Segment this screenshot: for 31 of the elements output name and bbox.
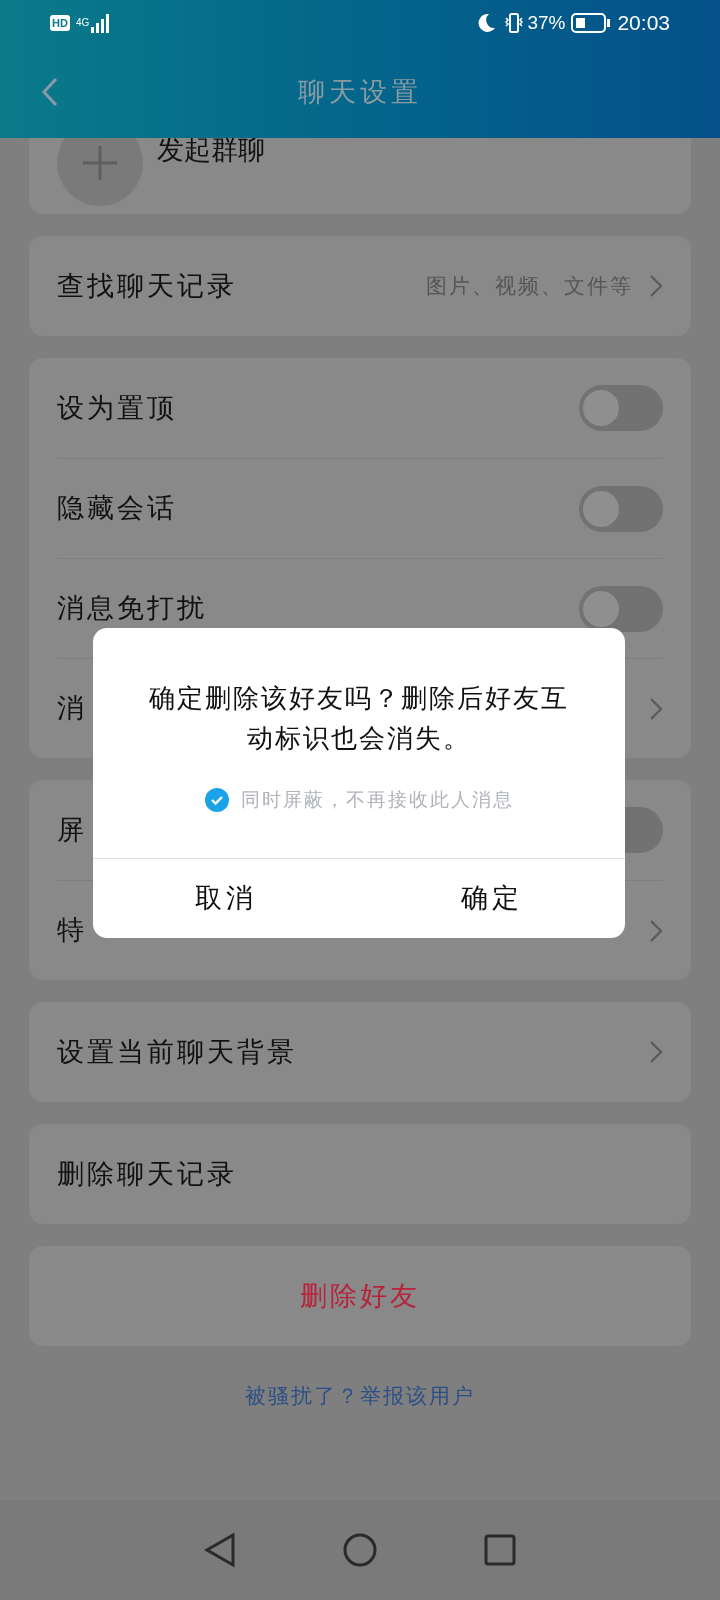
setting-label[interactable]: 查找聊天记录 xyxy=(57,265,426,307)
toggle-switch[interactable] xyxy=(579,485,663,532)
page-title: 聊天设置 xyxy=(298,75,422,109)
clock: 20:03 xyxy=(617,10,670,37)
back-nav-icon[interactable] xyxy=(203,1532,236,1568)
toggle-switch[interactable] xyxy=(579,385,663,431)
vibrate-icon xyxy=(503,12,526,34)
home-nav-icon[interactable] xyxy=(343,1533,377,1567)
add-member-icon[interactable] xyxy=(57,138,143,206)
dialog-message: 确定删除该好友吗？删除后好友互动标识也会消失。 xyxy=(149,682,569,755)
chevron-icon xyxy=(649,918,663,943)
setting-label: 设为置顶 xyxy=(57,391,178,425)
chevron-icon xyxy=(649,274,663,298)
toggle-switch[interactable] xyxy=(579,585,663,632)
dialog-button[interactable]: 取消 xyxy=(93,859,359,938)
setting-label[interactable]: 删除聊天记录 xyxy=(57,1153,663,1195)
setting-label[interactable]: 设置当前聊天背景 xyxy=(57,1031,649,1073)
setting-label: 隐藏会话 xyxy=(57,492,178,526)
chevron-icon xyxy=(649,696,663,721)
block-option-label: 同时屏蔽，不再接收此人消息 xyxy=(240,788,514,812)
dialog-button[interactable]: 确定 xyxy=(359,859,625,938)
chevron-icon xyxy=(649,1040,663,1064)
back-icon[interactable] xyxy=(40,76,60,108)
battery-percent: 37% xyxy=(527,10,566,35)
setting-label: 消息免打扰 xyxy=(57,592,208,626)
recents-nav-icon[interactable] xyxy=(484,1534,517,1566)
network-type: 4G xyxy=(75,18,90,28)
checkbox[interactable] xyxy=(204,788,229,813)
setting-label: 屏 xyxy=(57,813,88,847)
battery-icon xyxy=(571,12,612,34)
hd-badge: HD xyxy=(50,15,70,31)
